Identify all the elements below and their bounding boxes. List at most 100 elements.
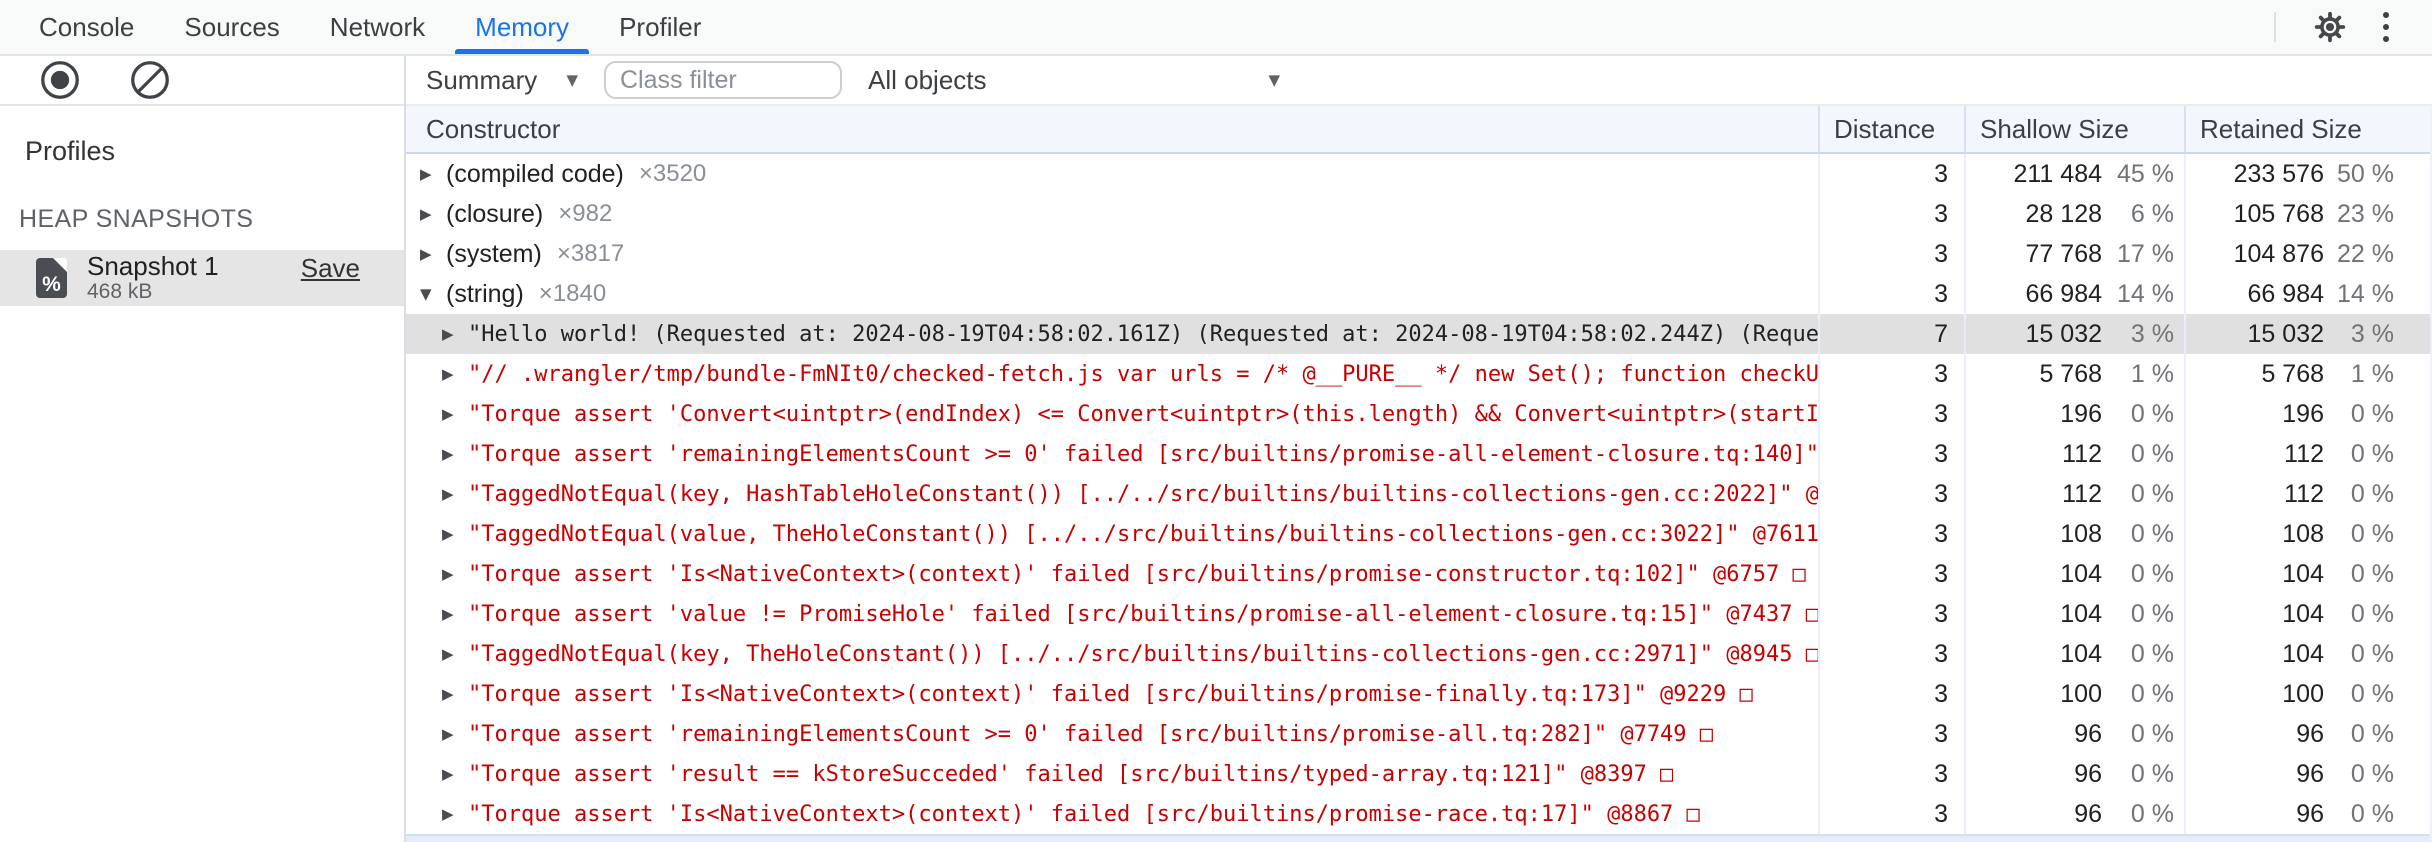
constructor-name: "TaggedNotEqual(key, TheHoleConstant()) … (468, 641, 1818, 667)
retained-size-cell: 196 0 % (2184, 394, 2430, 434)
shallow-size-percent: 0 % (2130, 439, 2174, 468)
retained-size-percent: 0 % (2350, 719, 2394, 748)
retained-size-value: 105 768 (2233, 199, 2324, 228)
tab-profiler[interactable]: Profiler (594, 0, 726, 54)
retained-size-percent: 0 % (2350, 519, 2394, 548)
shallow-size-cell: 108 0 % (1964, 514, 2184, 554)
distance-cell: 3 (1818, 674, 1964, 714)
expand-arrow-icon[interactable]: ▶ (442, 685, 468, 703)
retained-size-value: 96 (2296, 759, 2324, 788)
retained-size-cell: 104 0 % (2184, 594, 2430, 634)
shallow-size-value: 104 (2060, 599, 2102, 628)
retained-size-value: 15 032 (2247, 319, 2324, 348)
shallow-size-value: 108 (2060, 519, 2102, 548)
table-row[interactable]: ▶ "Torque assert 'Is<NativeContext>(conte… (406, 794, 2430, 834)
column-header-constructor[interactable]: Constructor (406, 114, 1818, 145)
distance-cell: 3 (1818, 554, 1964, 594)
table-row[interactable]: ▶ "Torque assert 'result == kStoreSuccede… (406, 754, 2430, 794)
expand-arrow-icon[interactable]: ▶ (442, 445, 468, 463)
table-row[interactable]: ▶ "TaggedNotEqual(key, TheHoleConstant())… (406, 634, 2430, 674)
distance-cell: 3 (1818, 274, 1964, 314)
constructor-name: "TaggedNotEqual(value, TheHoleConstant()… (468, 521, 1818, 547)
shallow-size-value: 5 768 (2039, 359, 2102, 388)
expand-arrow-icon[interactable]: ▶ (442, 405, 468, 423)
distance-cell: 3 (1818, 714, 1964, 754)
table-row[interactable]: ▶ "Torque assert 'Is<NativeContext>(conte… (406, 554, 2430, 594)
tab-console[interactable]: Console (14, 0, 159, 54)
table-row[interactable]: ▶ (closure) ×982 3 28 128 6 % 105 768 23 % (406, 194, 2430, 234)
grid-header-row: Constructor Distance Shallow Size Retain… (406, 106, 2430, 154)
expand-arrow-icon[interactable]: ▶ (442, 725, 468, 743)
heap-snapshot-grid: Constructor Distance Shallow Size Retain… (406, 106, 2432, 842)
expand-arrow-icon[interactable]: ▶ (442, 325, 468, 343)
snapshot-name: Snapshot 1 (87, 250, 219, 281)
object-scope-select[interactable]: All objects ▼ (860, 65, 1292, 96)
expand-arrow-icon[interactable]: ▶ (420, 205, 446, 223)
table-row[interactable]: ▶ "Torque assert 'Convert<uintptr>(endInd… (406, 394, 2430, 434)
table-row[interactable]: ▼ (string) ×1840 3 66 984 14 % 66 984 14 % (406, 274, 2430, 314)
distance-cell: 3 (1818, 154, 1964, 194)
instance-count: ×3817 (556, 240, 625, 267)
expand-arrow-icon[interactable]: ▶ (442, 765, 468, 783)
retained-size-value: 104 (2282, 599, 2324, 628)
retained-size-value: 104 876 (2233, 239, 2324, 268)
clear-profiles-icon[interactable] (128, 58, 172, 102)
constructor-name: "Hello world! (Requested at: 2024-08-19T… (468, 321, 1818, 347)
perspective-select[interactable]: Summary ▼ (418, 65, 588, 96)
tab-network[interactable]: Network (305, 0, 450, 54)
more-options-button[interactable] (2358, 0, 2414, 55)
tab-sources[interactable]: Sources (159, 0, 304, 54)
expand-arrow-icon[interactable]: ▶ (442, 805, 468, 823)
column-header-shallow-size[interactable]: Shallow Size (1964, 106, 2184, 152)
class-filter-input[interactable] (604, 61, 842, 99)
shallow-size-percent: 0 % (2130, 399, 2174, 428)
shallow-size-percent: 0 % (2130, 679, 2174, 708)
devtools-tabbar: Console Sources Network Memory Profiler (0, 0, 2432, 56)
table-row[interactable]: ▶ "Torque assert 'remainingElementsCount … (406, 434, 2430, 474)
save-snapshot-link[interactable]: Save (301, 253, 360, 284)
expand-arrow-icon[interactable]: ▶ (442, 565, 468, 583)
expand-arrow-icon[interactable]: ▶ (442, 605, 468, 623)
snapshot-list-item[interactable]: % Snapshot 1 468 kB Save (0, 250, 404, 306)
perspective-select-value: Summary (426, 64, 538, 95)
expand-arrow-icon[interactable]: ▶ (442, 525, 468, 543)
expand-arrow-icon[interactable]: ▶ (442, 645, 468, 663)
shallow-size-percent: 6 % (2130, 199, 2174, 228)
table-row[interactable]: ▶ "Torque assert 'Is<NativeContext>(conte… (406, 674, 2430, 714)
retained-size-cell: 96 0 % (2184, 794, 2430, 834)
retained-size-cell: 112 0 % (2184, 474, 2430, 514)
table-row[interactable]: ▶ (system) ×3817 3 77 768 17 % 104 876 22 % (406, 234, 2430, 274)
column-header-distance[interactable]: Distance (1818, 106, 1964, 152)
shallow-size-cell: 104 0 % (1964, 634, 2184, 674)
shallow-size-cell: 77 768 17 % (1964, 234, 2184, 274)
distance-cell: 3 (1818, 514, 1964, 554)
shallow-size-cell: 66 984 14 % (1964, 274, 2184, 314)
expand-arrow-icon[interactable]: ▶ (420, 245, 446, 263)
retained-size-value: 112 (2284, 479, 2324, 508)
table-row[interactable]: ▶ "TaggedNotEqual(value, TheHoleConstant(… (406, 514, 2430, 554)
expand-arrow-icon[interactable]: ▶ (442, 485, 468, 503)
table-row[interactable]: ▶ "Torque assert 'remainingElementsCount … (406, 714, 2430, 754)
tab-memory[interactable]: Memory (450, 0, 594, 54)
column-header-retained-size[interactable]: Retained Size (2184, 106, 2430, 152)
table-row[interactable]: ▶ "Torque assert 'value != PromiseHole' f… (406, 594, 2430, 634)
shallow-size-value: 104 (2060, 559, 2102, 588)
table-row[interactable]: ▶ "// .wrangler/tmp/bundle-FmNIt0/checked… (406, 354, 2430, 394)
expand-arrow-icon[interactable]: ▼ (420, 285, 446, 303)
settings-button[interactable] (2302, 0, 2358, 55)
table-row[interactable]: ▶ (compiled code) ×3520 3 211 484 45 % 233 … (406, 154, 2430, 194)
shallow-size-value: 96 (2074, 759, 2102, 788)
distance-cell: 3 (1818, 754, 1964, 794)
distance-cell: 3 (1818, 234, 1964, 274)
retained-size-cell: 15 032 3 % (2184, 314, 2430, 354)
expand-arrow-icon[interactable]: ▶ (442, 365, 468, 383)
retained-size-percent: 0 % (2350, 679, 2394, 708)
record-heap-snapshot-icon[interactable] (38, 58, 82, 102)
table-row[interactable]: ▶ "Hello world! (Requested at: 2024-08-19… (406, 314, 2430, 354)
retained-size-cell: 96 0 % (2184, 754, 2430, 794)
shallow-size-cell: 96 0 % (1964, 714, 2184, 754)
expand-arrow-icon[interactable]: ▶ (420, 165, 446, 183)
table-row[interactable]: ▶ "TaggedNotEqual(key, HashTableHoleConst… (406, 474, 2430, 514)
retained-size-value: 100 (2282, 679, 2324, 708)
kebab-menu-icon (2383, 12, 2389, 42)
